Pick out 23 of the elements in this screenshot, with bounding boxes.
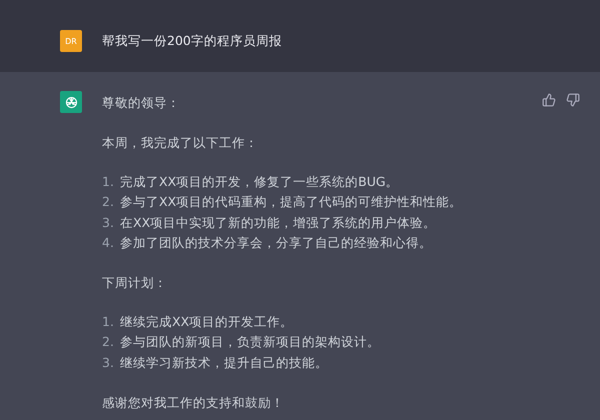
message-paragraph: 尊敬的领导：: [102, 94, 181, 112]
list-number: 3.: [102, 214, 112, 232]
list-number: 2.: [102, 333, 112, 352]
list-item-text: 继续学习新技术，提升自己的技能。: [120, 354, 328, 372]
assistant-logo-icon: [60, 91, 82, 113]
list-number: 2.: [102, 193, 112, 212]
user-message: 帮我写一份200字的程序员周报: [102, 32, 282, 50]
message-paragraph: 感谢您对我工作的支持和鼓励！: [102, 394, 285, 412]
thumbs-up-icon[interactable]: [542, 93, 556, 107]
message-paragraph: 本周，我完成了以下工作：: [102, 134, 259, 152]
list-item-text: 参与团队的新项目，负责新项目的架构设计。: [120, 333, 380, 352]
list-item-text: 参加了团队的技术分享会，分享了自己的经验和心得。: [120, 234, 432, 252]
thumbs-down-icon[interactable]: [566, 93, 580, 107]
message-paragraph: 下周计划：: [102, 274, 168, 292]
list-number: 1.: [102, 173, 112, 191]
list-number: 4.: [102, 234, 112, 252]
list-item-text: 继续完成XX项目的开发工作。: [120, 313, 294, 332]
list-item-text: 在XX项目中实现了新的功能，增强了系统的用户体验。: [120, 214, 436, 232]
list-number: 3.: [102, 354, 112, 372]
list-number: 1.: [102, 313, 112, 332]
user-avatar: DR: [60, 30, 82, 52]
list-item-text: 参与了XX项目的代码重构，提高了代码的可维护性和性能。: [120, 193, 462, 212]
list-item-text: 完成了XX项目的开发，修复了一些系统的BUG。: [120, 173, 399, 191]
